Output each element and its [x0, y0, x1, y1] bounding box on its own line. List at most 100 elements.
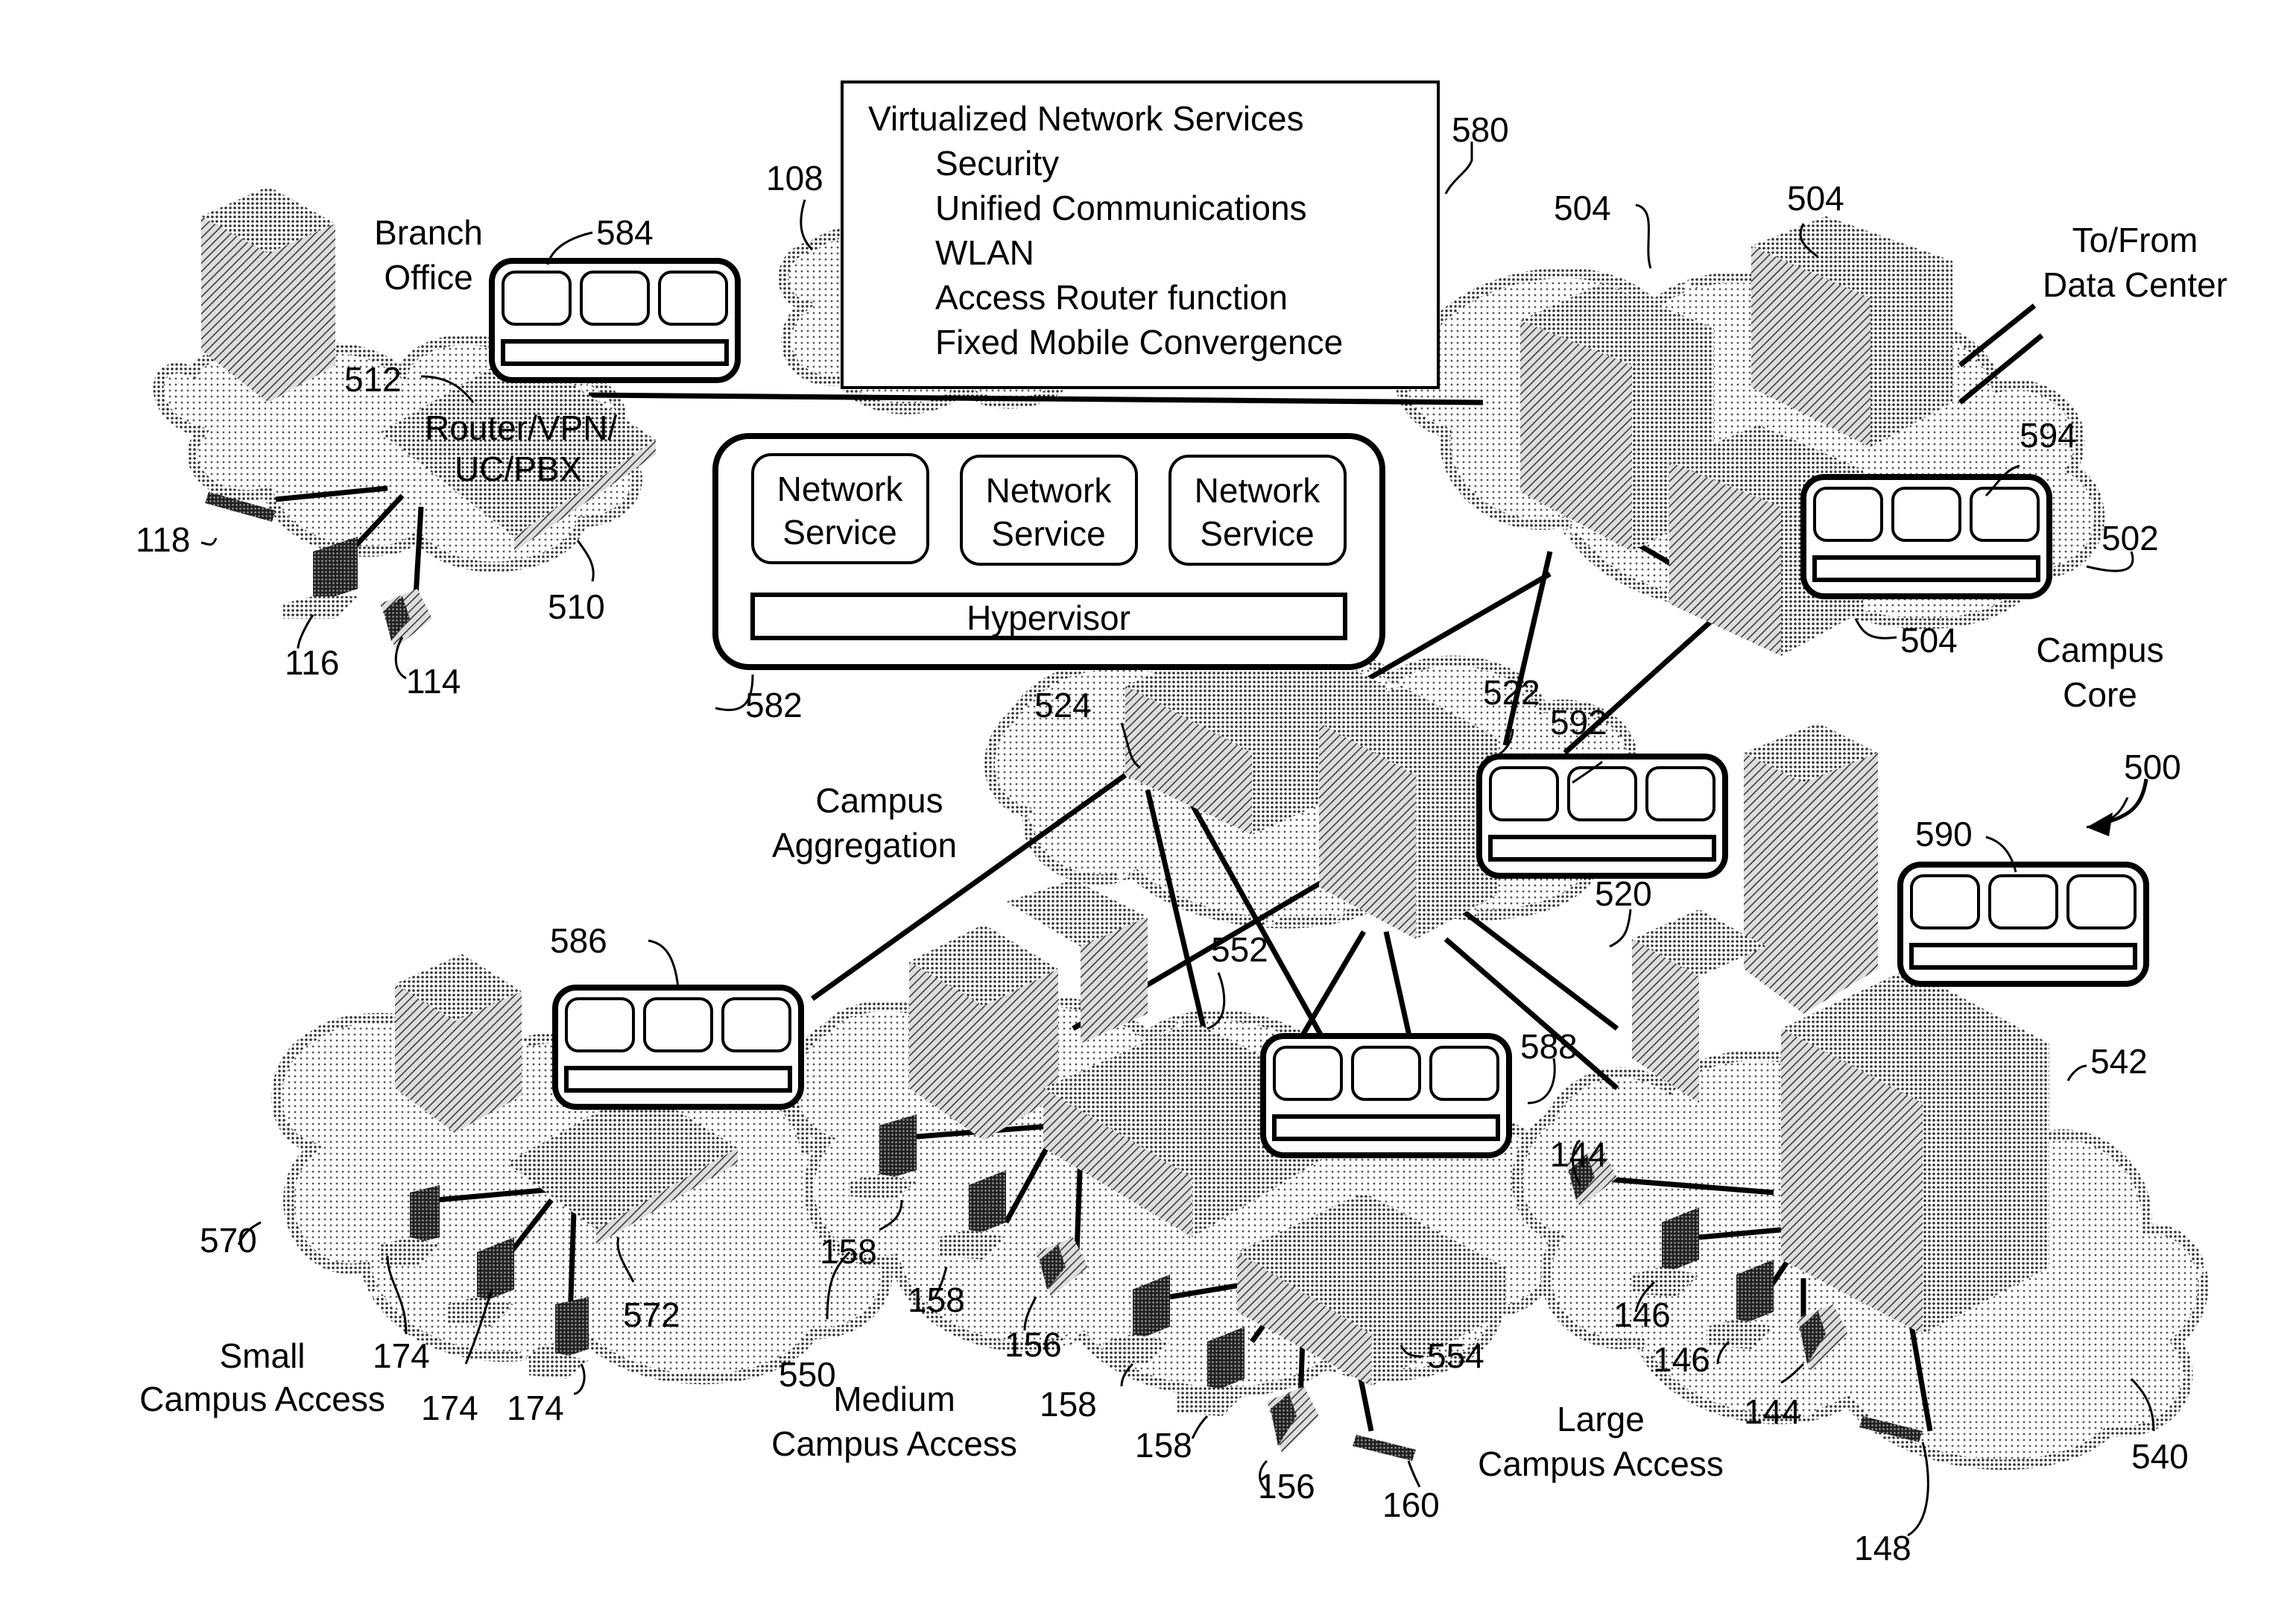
ref-510: 510	[548, 587, 605, 626]
hypervisor-bar[interactable]: Hypervisor	[750, 593, 1347, 640]
branch-laptop-icon[interactable]	[283, 537, 358, 619]
module-hypervisor-bar	[501, 339, 729, 366]
service-module-584[interactable]	[489, 258, 741, 383]
ref-144-b: 144	[1744, 1392, 1801, 1431]
svg-text:Network: Network	[1195, 471, 1321, 510]
access-point-icon[interactable]	[1353, 1435, 1416, 1461]
ref-554: 554	[1427, 1336, 1484, 1375]
svg-text:Service: Service	[991, 514, 1105, 553]
aggregation-switch-522-icon[interactable]	[1319, 686, 1498, 939]
ref-570: 570	[200, 1221, 257, 1260]
ref-580: 580	[1452, 110, 1509, 149]
network-service-3[interactable]: Network Service	[1168, 455, 1347, 566]
ref-592: 592	[1550, 703, 1607, 742]
module-hypervisor-bar	[1272, 1114, 1500, 1141]
ref-174-c: 174	[507, 1389, 564, 1427]
ref-158-a: 158	[820, 1232, 877, 1271]
module-service-slot	[1489, 766, 1559, 821]
module-service-slot	[565, 997, 635, 1052]
module-hypervisor-bar	[1488, 835, 1716, 862]
ref-540: 540	[2131, 1437, 2189, 1476]
module-hypervisor-bar	[1812, 555, 2040, 582]
link-agg-large-1	[1458, 907, 1619, 1031]
figure-ref-arrow-icon	[2087, 778, 2148, 836]
ref-118: 118	[136, 520, 190, 559]
datacenter-label-line1: To/From	[2072, 221, 2198, 259]
service-module-586[interactable]	[552, 985, 804, 1110]
phone-icon[interactable]	[1267, 1386, 1319, 1453]
module-service-slot	[658, 271, 728, 326]
ref-588: 588	[1520, 1027, 1578, 1066]
ref-148: 148	[1854, 1529, 1911, 1567]
ref-156-b: 156	[1258, 1467, 1315, 1506]
module-service-slot	[502, 271, 572, 326]
branch-router-label-line2: UC/PBX	[455, 449, 582, 488]
module-hypervisor-bar	[1909, 943, 2137, 970]
ref-552: 552	[1211, 930, 1268, 969]
network-service-1[interactable]: Network Service	[751, 453, 929, 564]
small-campus-title-line1: Small	[219, 1336, 305, 1375]
campus-core-title-line2: Core	[2063, 675, 2137, 714]
ref-522: 522	[1483, 673, 1540, 712]
module-service-slot	[2066, 874, 2137, 929]
ref-586: 586	[550, 921, 607, 960]
large-campus-switch-542-icon[interactable]	[1781, 969, 2049, 1334]
module-service-slot	[580, 271, 650, 326]
medium-campus-title-line1: Medium	[833, 1380, 955, 1418]
svg-text:Network: Network	[986, 471, 1113, 510]
service-item: WLAN	[935, 233, 1034, 272]
ref-584: 584	[596, 213, 654, 252]
module-service-slot	[1891, 487, 1961, 542]
branch-phone-icon[interactable]	[380, 589, 432, 648]
module-service-slot	[1970, 487, 2040, 542]
ref-158-c: 158	[1040, 1385, 1097, 1424]
ref-550: 550	[779, 1355, 836, 1394]
svg-text:Service: Service	[1200, 514, 1314, 553]
large-campus-title-line1: Large	[1557, 1400, 1645, 1438]
ref-520: 520	[1595, 874, 1652, 913]
ref-144-a: 144	[1550, 1135, 1607, 1174]
ref-156-a: 156	[1005, 1325, 1062, 1364]
virtualized-services-box: Virtualized Network Services Security Un…	[841, 80, 1440, 389]
campus-aggregation-title-line1: Campus	[815, 781, 943, 820]
module-service-slot	[1273, 1046, 1343, 1101]
ref-542: 542	[2090, 1042, 2148, 1081]
ref-174-b: 174	[421, 1389, 478, 1427]
ref-146-a: 146	[1613, 1295, 1671, 1334]
module-service-slot	[1429, 1046, 1499, 1101]
module-service-slot	[1988, 874, 2058, 929]
large-campus-title-line2: Campus Access	[1478, 1444, 1724, 1483]
service-module-588[interactable]	[1260, 1033, 1512, 1158]
ref-502: 502	[2101, 519, 2159, 558]
ref-504-c: 504	[1900, 621, 1958, 660]
ref-146-b: 146	[1653, 1340, 1710, 1379]
module-service-slot	[1645, 766, 1715, 821]
ref-158-b: 158	[908, 1280, 965, 1319]
service-module-590[interactable]	[1897, 862, 2149, 987]
service-module-594[interactable]	[1800, 474, 2052, 599]
service-item: Security	[935, 144, 1059, 183]
ref-524: 524	[1034, 686, 1092, 724]
ref-582: 582	[745, 686, 803, 724]
ref-572: 572	[623, 1295, 680, 1334]
module-service-slot	[643, 997, 713, 1052]
service-module-592[interactable]	[1476, 754, 1728, 879]
service-item: Unified Communications	[935, 189, 1307, 227]
ref-512: 512	[344, 360, 402, 399]
services-title: Virtualized Network Services	[868, 99, 1304, 138]
ref-116: 116	[285, 643, 339, 682]
ref-590: 590	[1915, 815, 1973, 853]
branch-office-title-line2: Office	[384, 258, 472, 297]
svg-text:Service: Service	[782, 513, 896, 552]
ref-504-a: 504	[1554, 189, 1611, 227]
network-diagram: WAN	[136, 80, 2227, 1567]
ref-174-a: 174	[373, 1336, 430, 1375]
network-service-2[interactable]: Network Service	[960, 455, 1138, 566]
svg-text:Network: Network	[777, 470, 904, 508]
module-hypervisor-bar	[564, 1066, 792, 1093]
module-service-slot	[721, 997, 791, 1052]
campus-core-title-line1: Campus	[2036, 631, 2163, 669]
medium-campus-title-line2: Campus Access	[771, 1424, 1017, 1463]
svg-text:Hypervisor: Hypervisor	[967, 599, 1130, 637]
module-service-slot	[1910, 874, 1980, 929]
